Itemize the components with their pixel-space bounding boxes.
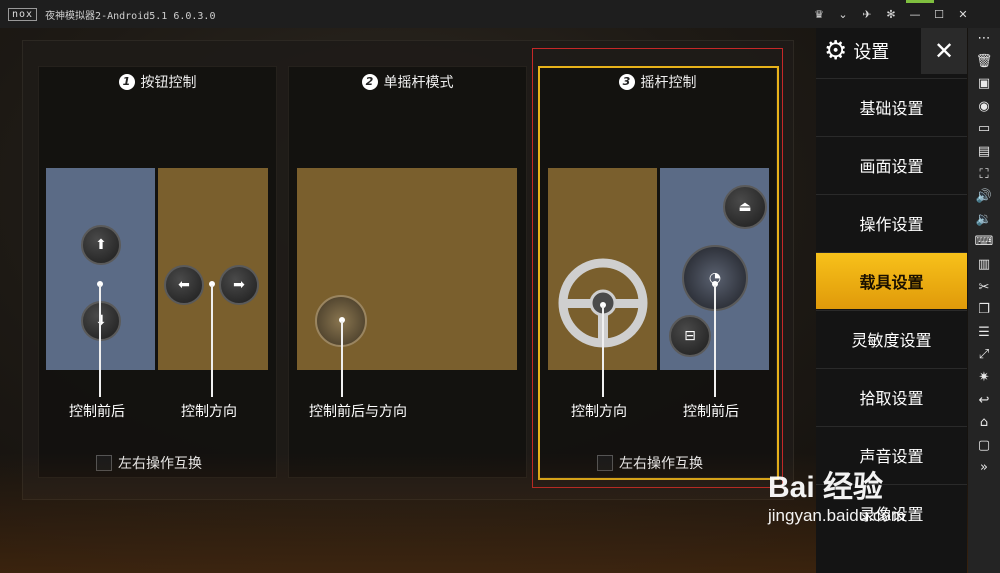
arrow-down-icon: ⬇	[81, 301, 121, 341]
more-icon[interactable]: ⋯	[968, 28, 1000, 51]
emulator-toolbar: ⋯ 🗑 ▣ ◉ ▭ ▤ ⛶ 🔊 🔉 ⌨ ▥ ✂ ❐ ☰ ⤢ ✷ ↩ ⌂ ▢ »	[968, 28, 1000, 573]
chevron-down-icon[interactable]: ⌄	[836, 8, 850, 21]
menu-item-basic[interactable]: 基础设置	[816, 78, 967, 135]
screen-icon[interactable]: ▭	[968, 118, 1000, 141]
fullscreen-icon[interactable]: ⛶	[968, 164, 1000, 187]
android-icon[interactable]: ▣	[968, 73, 1000, 96]
loading-icon[interactable]: ✷	[968, 367, 1000, 390]
keyboard-icon[interactable]: ♛	[812, 8, 826, 21]
checkbox-box[interactable]	[597, 455, 613, 471]
arrow-up-icon: ⬆	[81, 225, 121, 265]
settings-icon[interactable]: ✻	[884, 8, 898, 21]
checkbox-box[interactable]	[96, 455, 112, 471]
home-icon[interactable]: ⌂	[968, 412, 1000, 435]
arrow-right-icon: ➡	[219, 265, 259, 305]
close-window-icon[interactable]: ✕	[956, 8, 970, 21]
card-button-control[interactable]: 1 按钮控制 ⬆ ⬇ ⬅ ➡ 控制前后 控制方向 左右操作互换	[38, 66, 277, 478]
menu-item-pickup[interactable]: 拾取设置	[816, 368, 967, 425]
volume-down-icon[interactable]: 🔉	[968, 209, 1000, 232]
window-titlebar: nox 夜神模拟器2-Android5.1 6.0.3.0 ♛ ⌄ ✈ ✻ — …	[0, 0, 1000, 28]
close-icon[interactable]: ✕	[921, 28, 967, 74]
checkbox-label: 左右操作互换	[619, 456, 703, 472]
status-strip	[906, 0, 934, 3]
multi-instance-icon[interactable]: ❐	[968, 299, 1000, 322]
card-title-text: 按钮控制	[140, 75, 197, 91]
swap-lr-checkbox[interactable]: 左右操作互换	[597, 453, 703, 473]
shake-icon[interactable]: ▥	[968, 254, 1000, 277]
number-badge: 1	[118, 74, 135, 90]
trash-icon[interactable]: 🗑	[968, 51, 1000, 74]
watermark-url: jingyan.baidu.com	[768, 506, 906, 525]
minimize-icon[interactable]: —	[908, 8, 922, 21]
gear-icon: ⚙	[824, 36, 848, 66]
pointer-line	[99, 285, 101, 397]
expand-icon[interactable]: ⤢	[968, 344, 1000, 367]
card-single-joystick[interactable]: 2 单摇杆模式 控制前后与方向	[288, 66, 527, 478]
watermark-logo: Bai 经验	[768, 471, 884, 504]
back-icon[interactable]: ↩	[968, 390, 1000, 413]
card-title-text: 单摇杆模式	[383, 75, 454, 91]
pointer-line	[211, 285, 213, 397]
label-direction: 控制方向	[181, 404, 237, 420]
menu-icon[interactable]: ☰	[968, 322, 1000, 345]
window-title: 夜神模拟器2-Android5.1 6.0.3.0	[45, 10, 216, 22]
menu-item-controls[interactable]: 操作设置	[816, 194, 967, 251]
menu-item-sensitivity[interactable]: 灵敏度设置	[816, 310, 967, 367]
app-logo: nox	[8, 7, 38, 21]
menu-item-vehicle[interactable]: 载具设置	[816, 252, 967, 309]
pointer-line	[341, 321, 343, 397]
screenshot-icon[interactable]: ✂	[968, 277, 1000, 300]
keyboard-icon[interactable]: ⌨	[968, 231, 1000, 254]
number-badge: 2	[361, 74, 378, 90]
settings-header: ⚙ 设置 ✕	[816, 28, 967, 74]
card-title: 1 按钮控制	[39, 67, 276, 97]
label-forward-back: 控制前后	[69, 404, 125, 420]
baidu-watermark: Bai 经验 jingyan.baidu.com	[768, 462, 968, 552]
selection-highlight	[538, 66, 779, 480]
pin-icon[interactable]: ✈	[860, 8, 874, 21]
label-forward-back-direction: 控制前后与方向	[309, 404, 407, 420]
card-title: 2 单摇杆模式	[289, 67, 526, 97]
maximize-icon[interactable]: ☐	[932, 8, 946, 21]
double-chevron-icon[interactable]: »	[968, 457, 1000, 480]
swap-lr-checkbox[interactable]: 左右操作互换	[96, 453, 202, 473]
checkbox-label: 左右操作互换	[118, 456, 202, 472]
menu-item-graphics[interactable]: 画面设置	[816, 136, 967, 193]
window-controls: ♛ ⌄ ✈ ✻ — ☐ ✕	[812, 0, 970, 28]
settings-title: 设置	[853, 42, 890, 63]
volume-up-icon[interactable]: 🔊	[968, 186, 1000, 209]
arrow-left-icon: ⬅	[164, 265, 204, 305]
location-icon[interactable]: ◉	[968, 96, 1000, 119]
recent-apps-icon[interactable]: ▢	[968, 435, 1000, 458]
apk-icon[interactable]: ▤	[968, 141, 1000, 164]
